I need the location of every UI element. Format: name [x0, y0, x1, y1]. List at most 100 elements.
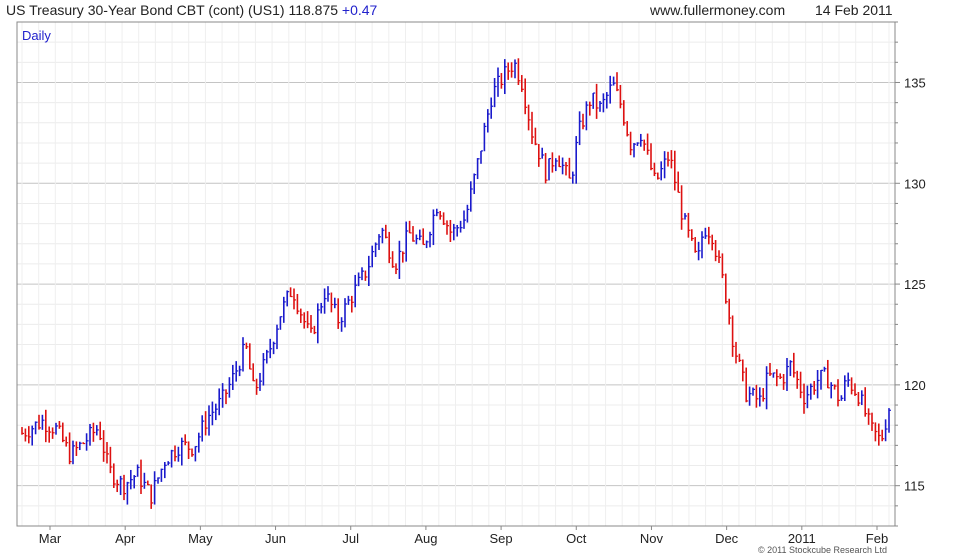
price-bar: [701, 231, 704, 259]
price-bar: [388, 231, 392, 264]
price-bar: [55, 422, 58, 435]
price-bar: [425, 240, 429, 249]
price-bar: [816, 369, 820, 399]
price-bar: [558, 155, 562, 168]
price-bar: [612, 76, 616, 86]
y-axis-ticks: 115 120 125 130 135: [895, 21, 926, 527]
price-bar: [762, 388, 766, 402]
price-bar: [330, 292, 334, 313]
price-bar: [293, 288, 296, 310]
price-bar: [605, 92, 609, 109]
price-bar: [643, 139, 647, 151]
price-bar: [133, 475, 137, 489]
price-bar: [860, 390, 864, 406]
price-bar: [167, 461, 171, 466]
price-bar: [731, 315, 735, 357]
price-bar: [289, 287, 293, 298]
price-bar: [843, 375, 847, 401]
price-bar: [476, 158, 480, 180]
price-bar: [646, 133, 650, 155]
price-bar: [571, 171, 575, 184]
price-bar: [823, 366, 827, 372]
price-bar: [456, 224, 460, 237]
price-bar: [75, 441, 79, 456]
price-bar: [21, 427, 24, 435]
price-bar: [218, 388, 222, 416]
price-bar: [592, 92, 596, 109]
price-bar: [775, 369, 779, 387]
price-bar: [697, 241, 701, 261]
price-bar: [41, 414, 45, 430]
x-tick-label: Feb: [866, 531, 888, 546]
price-bar: [741, 359, 745, 382]
price-bar: [626, 121, 630, 137]
price-bar: [616, 72, 619, 92]
price-bar: [164, 461, 167, 479]
price-bar: [694, 237, 698, 253]
price-bar: [215, 403, 218, 421]
price-bar: [279, 316, 283, 330]
price-bar: [639, 133, 643, 147]
price-bar: [813, 381, 817, 395]
x-tick-label: Oct: [566, 531, 587, 546]
y-tick-label: 120: [904, 378, 926, 393]
price-bar: [707, 226, 711, 245]
price-bar: [840, 395, 844, 401]
x-tick-label: Jun: [265, 531, 286, 546]
price-bar: [463, 210, 466, 229]
price-bar: [677, 171, 681, 193]
price-bar: [109, 446, 113, 474]
price-bar: [673, 150, 677, 191]
price-bar: [333, 297, 337, 309]
price-bar: [565, 161, 568, 176]
price-bar: [374, 242, 378, 258]
price-bar: [663, 151, 667, 179]
price-bar: [728, 298, 732, 325]
price-bar: [249, 343, 252, 370]
price-bar: [232, 364, 235, 391]
price-bar: [432, 209, 436, 246]
price-bar: [354, 274, 358, 308]
price-bar: [809, 383, 813, 400]
x-tick-label: Dec: [715, 531, 739, 546]
price-bar: [181, 437, 184, 466]
price-bar: [656, 172, 660, 180]
price-bar: [184, 434, 188, 446]
x-tick-label: Mar: [39, 531, 62, 546]
x-tick-label: Nov: [640, 531, 664, 546]
price-bar: [483, 122, 487, 152]
y-tick-label: 135: [904, 75, 926, 90]
price-bar: [609, 75, 613, 104]
grid-lines: [17, 21, 895, 527]
price-bar: [667, 151, 670, 167]
price-bar: [548, 158, 551, 181]
price-bar: [446, 220, 449, 235]
price-bar: [384, 224, 388, 239]
price-bar: [364, 270, 368, 281]
price-bar: [405, 221, 409, 262]
price-bar: [89, 423, 92, 446]
price-bar: [796, 370, 800, 389]
price-bar: [748, 386, 752, 406]
price-bar: [306, 311, 310, 329]
price-bar: [544, 152, 548, 184]
price-bar: [310, 315, 313, 333]
price-bar: [198, 432, 201, 453]
price-bar: [282, 296, 286, 323]
price-bar: [51, 427, 55, 439]
copyright-notice: © 2011 Stockcube Research Ltd: [758, 545, 888, 555]
price-bar: [850, 377, 854, 395]
price-bar: [439, 210, 443, 220]
price-bar: [714, 240, 718, 262]
price-bar: [113, 463, 116, 488]
price-bar: [123, 474, 126, 501]
price-bar: [527, 104, 531, 131]
price-bar: [779, 373, 783, 380]
price-bar: [884, 419, 888, 442]
price-bar: [401, 251, 405, 263]
price-bar: [238, 365, 242, 377]
price-bar: [27, 426, 31, 444]
price-bar: [877, 423, 881, 446]
price-bar: [367, 255, 371, 287]
price-bar: [68, 432, 72, 465]
